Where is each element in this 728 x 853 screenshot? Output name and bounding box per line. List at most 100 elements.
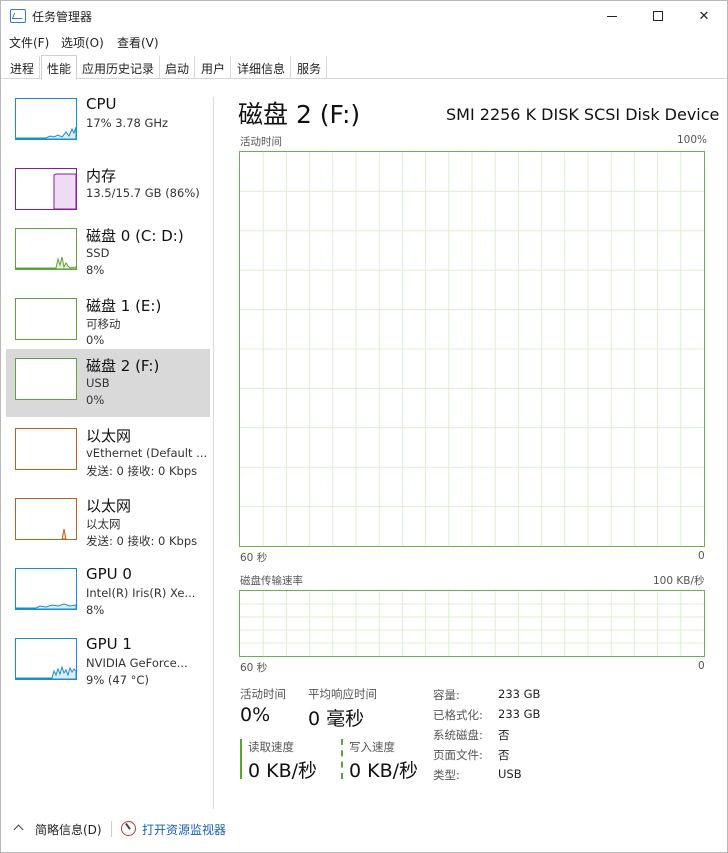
page-title: 磁盘 2 (F:) [238, 100, 361, 129]
info-key-type: 类型: [433, 768, 460, 782]
resource-monitor-icon [121, 821, 136, 836]
activity-chart-label: 活动时间 [240, 136, 282, 148]
sidebar-item-name: GPU 0 [86, 565, 132, 583]
sidebar-item-gpu-1[interactable]: GPU 1 NVIDIA GeForce... 9% (47 °C) [6, 629, 210, 697]
sidebar-item-name: 磁盘 1 (E:) [86, 297, 162, 315]
response-time-value: 0 毫秒 [308, 708, 365, 730]
sidebar-item-detail: vEthernet (Default ... [86, 446, 206, 460]
info-value-page-file: 否 [498, 748, 510, 762]
sidebar-item-usage: 发送: 0 接收: 0 Kbps [86, 534, 198, 548]
write-speed-value: 0 KB/秒 [349, 760, 419, 782]
active-time-value: 0% [240, 704, 271, 726]
memory-thumbnail-graph [15, 168, 77, 210]
activity-chart-time-label: 60 秒 [240, 552, 268, 564]
read-speed-indicator [240, 739, 242, 779]
title-bar: 任务管理器 ✕ [1, 1, 727, 31]
performance-sidebar: CPU 17% 3.78 GHz 内存 13.5/15.7 GB (86%) 磁… [1, 89, 213, 809]
sidebar-item-ethernet-1[interactable]: 以太网 vEthernet (Default ... 发送: 0 接收: 0 K… [6, 419, 210, 487]
menu-file[interactable]: 文件(F) [9, 34, 49, 51]
window-title: 任务管理器 [32, 10, 93, 24]
sidebar-item-disk-1[interactable]: 磁盘 1 (E:) 可移动 0% [6, 289, 210, 357]
open-resource-monitor-link[interactable]: 打开资源监视器 [142, 821, 226, 838]
sidebar-divider [213, 97, 214, 809]
sidebar-item-disk-0[interactable]: 磁盘 0 (C: D:) SSD 8% [6, 219, 210, 287]
sidebar-item-usage: 0% [86, 393, 105, 407]
info-value-type: USB [498, 767, 522, 781]
footer-bar: 简略信息(D) 打开资源监视器 [1, 809, 727, 849]
tab-details[interactable]: 详细信息 [232, 56, 292, 79]
sidebar-item-detail: 以太网 [86, 517, 121, 531]
transfer-chart-max: 100 KB/秒 [653, 575, 705, 587]
disk-1-thumbnail-graph [15, 298, 77, 340]
menu-options[interactable]: 选项(O) [61, 34, 104, 51]
footer-divider [111, 821, 112, 837]
info-key-capacity: 容量: [433, 688, 460, 702]
sidebar-item-detail: Intel(R) Iris(R) Xe... [86, 586, 196, 600]
chevron-up-icon[interactable] [13, 824, 24, 835]
activity-chart-max: 100% [677, 134, 708, 146]
device-name: SMI 2256 K DISK SCSI Disk Device [446, 105, 720, 124]
sidebar-item-name: 内存 [86, 167, 117, 185]
sidebar-item-ethernet-2[interactable]: 以太网 以太网 发送: 0 接收: 0 Kbps [6, 489, 210, 557]
cpu-thumbnail-graph [15, 98, 77, 140]
sidebar-item-detail: 可移动 [86, 317, 121, 331]
sidebar-item-usage: 9% (47 °C) [86, 673, 149, 687]
menu-bar: 文件(F) 选项(O) 查看(V) [1, 31, 727, 53]
sidebar-item-detail: 13.5/15.7 GB (86%) [86, 186, 200, 200]
sidebar-item-detail: 17% 3.78 GHz [86, 116, 169, 130]
write-speed-label: 写入速度 [349, 740, 395, 754]
menu-view[interactable]: 查看(V) [117, 34, 159, 51]
disk-0-thumbnail-graph [15, 228, 77, 270]
minimize-button[interactable] [589, 1, 635, 31]
sidebar-item-detail: SSD [86, 246, 110, 260]
tab-app-history[interactable]: 应用历史记录 [77, 56, 161, 79]
read-speed-value: 0 KB/秒 [248, 760, 318, 782]
sidebar-item-disk-2[interactable]: 磁盘 2 (F:) USB 0% [6, 349, 210, 417]
sidebar-item-cpu[interactable]: CPU 17% 3.78 GHz [6, 89, 210, 157]
sidebar-item-name: 磁盘 0 (C: D:) [86, 227, 184, 245]
info-value-system-disk: 否 [498, 728, 510, 742]
info-key-system-disk: 系统磁盘: [433, 728, 483, 742]
sidebar-item-name: 以太网 [86, 427, 132, 445]
activity-chart-min: 0 [698, 550, 705, 562]
sidebar-item-usage: 8% [86, 603, 105, 617]
minimize-icon [607, 15, 617, 17]
sidebar-item-memory[interactable]: 内存 13.5/15.7 GB (86%) [6, 159, 210, 227]
sidebar-item-name: GPU 1 [86, 635, 132, 653]
gpu-1-thumbnail-graph [15, 638, 77, 680]
info-value-capacity: 233 GB [498, 687, 541, 701]
info-key-page-file: 页面文件: [433, 748, 483, 762]
task-manager-icon [10, 9, 26, 23]
sidebar-item-name: 以太网 [86, 497, 132, 515]
transfer-chart-min: 0 [698, 660, 705, 672]
info-value-formatted: 233 GB [498, 707, 541, 721]
write-speed-indicator [341, 739, 343, 779]
active-time-label: 活动时间 [240, 687, 286, 701]
close-button[interactable]: ✕ [681, 1, 727, 31]
maximize-icon [653, 11, 663, 21]
transfer-chart-label: 磁盘传输速率 [240, 575, 303, 587]
sidebar-item-gpu-0[interactable]: GPU 0 Intel(R) Iris(R) Xe... 8% [6, 559, 210, 627]
tab-processes[interactable]: 进程 [5, 56, 41, 79]
sidebar-item-name: CPU [86, 95, 117, 113]
transfer-rate-graph [239, 590, 705, 657]
sidebar-item-usage: 0% [86, 333, 105, 347]
gpu-0-thumbnail-graph [15, 568, 77, 610]
sidebar-item-detail: USB [86, 376, 110, 390]
transfer-chart-time-label: 60 秒 [240, 662, 268, 674]
fewer-details-button[interactable]: 简略信息(D) [35, 821, 102, 838]
sidebar-item-detail: NVIDIA GeForce... [86, 656, 188, 670]
tab-services[interactable]: 服务 [292, 56, 328, 79]
response-time-label: 平均响应时间 [308, 687, 377, 701]
ethernet-1-thumbnail-graph [15, 428, 77, 470]
tab-users[interactable]: 用户 [196, 56, 232, 79]
read-speed-label: 读取速度 [248, 740, 294, 754]
tab-bar: 进程 性能 应用历史记录 启动 用户 详细信息 服务 [1, 55, 727, 80]
sidebar-item-usage: 发送: 0 接收: 0 Kbps [86, 464, 198, 478]
maximize-button[interactable] [635, 1, 681, 31]
tab-startup[interactable]: 启动 [160, 56, 196, 79]
sidebar-item-usage: 8% [86, 263, 105, 277]
tab-performance[interactable]: 性能 [41, 55, 78, 80]
sidebar-item-name: 磁盘 2 (F:) [86, 357, 160, 375]
ethernet-2-thumbnail-graph [15, 498, 77, 540]
